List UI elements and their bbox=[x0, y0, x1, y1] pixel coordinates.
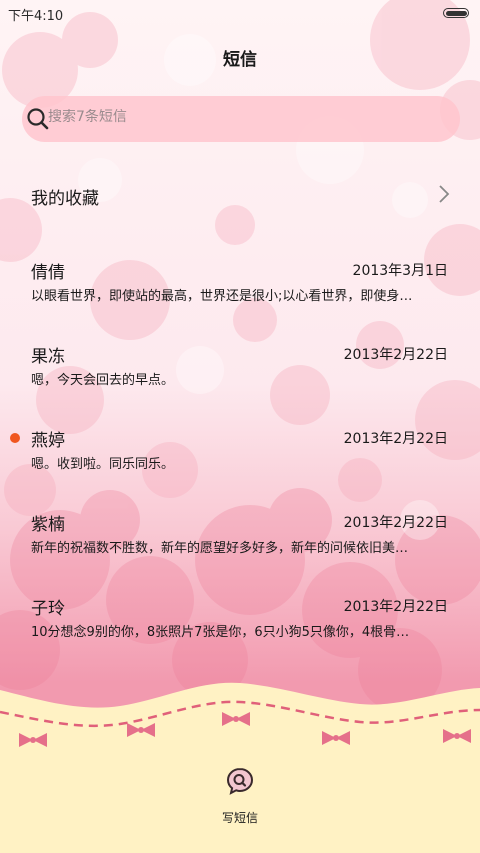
message-preview: 嗯。收到啦。同乐同乐。 bbox=[31, 457, 175, 472]
status-bar: 下午4:10 bbox=[0, 0, 480, 26]
message-item[interactable]: 紫楠 2013年2月22日 新年的祝福数不胜数，新年的愿望好多好多，新年的问候依… bbox=[0, 510, 480, 570]
search-input[interactable] bbox=[48, 109, 428, 125]
message-preview: 10分想念9别的你，8张照片7张是你，6只小狗5只像你，4根骨… bbox=[31, 625, 410, 640]
message-preview: 以眼看世界，即使站的最高，世界还是很小;以心看世界，即使身… bbox=[31, 289, 413, 304]
message-preview: 嗯，今天会回去的早点。 bbox=[31, 373, 175, 388]
compose-label: 写短信 bbox=[221, 811, 258, 825]
search-bar[interactable] bbox=[22, 96, 460, 142]
page-title: 短信 bbox=[223, 50, 257, 70]
message-date: 2013年2月22日 bbox=[343, 599, 448, 615]
message-date: 2013年2月22日 bbox=[343, 431, 448, 447]
contact-name: 紫楠 bbox=[31, 515, 65, 535]
contact-name: 燕婷 bbox=[31, 431, 65, 451]
compose-message-icon bbox=[226, 767, 254, 795]
message-item[interactable]: 果冻 2013年2月22日 嗯，今天会回去的早点。 bbox=[0, 342, 480, 402]
status-time: 下午4:10 bbox=[8, 9, 64, 24]
battery-level bbox=[445, 10, 467, 16]
message-date: 2013年2月22日 bbox=[343, 515, 448, 531]
battery-icon bbox=[443, 8, 469, 18]
message-date: 2013年3月1日 bbox=[352, 263, 448, 279]
chevron-right-icon bbox=[439, 185, 450, 203]
search-icon bbox=[27, 108, 49, 130]
compose-button[interactable]: 写短信 bbox=[190, 762, 290, 832]
favorites-label: 我的收藏 bbox=[31, 189, 99, 209]
contact-name: 子玲 bbox=[31, 599, 65, 619]
message-preview: 新年的祝福数不胜数，新年的愿望好多好多，新年的问候依旧美… bbox=[31, 541, 409, 556]
message-date: 2013年2月22日 bbox=[343, 347, 448, 363]
unread-dot-icon bbox=[10, 433, 20, 443]
favorites-row[interactable]: 我的收藏 bbox=[0, 170, 480, 218]
message-item[interactable]: 燕婷 2013年2月22日 嗯。收到啦。同乐同乐。 bbox=[0, 426, 480, 486]
contact-name: 倩倩 bbox=[31, 263, 65, 283]
message-item[interactable]: 子玲 2013年2月22日 10分想念9别的你，8张照片7张是你，6只小狗5只像… bbox=[0, 594, 480, 654]
message-item[interactable]: 倩倩 2013年3月1日 以眼看世界，即使站的最高，世界还是很小;以心看世界，即… bbox=[0, 258, 480, 318]
contact-name: 果冻 bbox=[31, 347, 65, 367]
